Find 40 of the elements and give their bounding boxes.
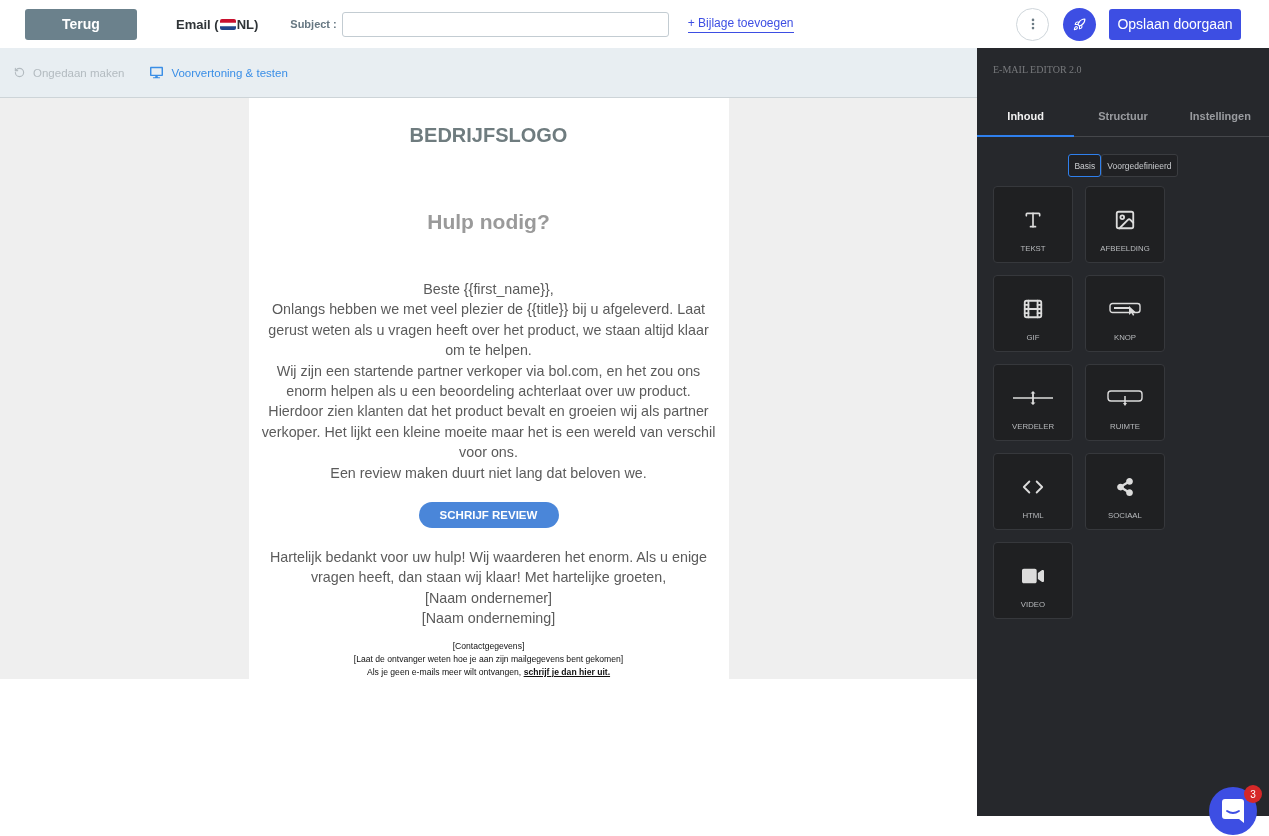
- footer-text: [Laat de ontvanger weten hoe je aan zijn mailgegevens bent gekomen]: [353, 652, 624, 666]
- back-button[interactable]: Terug: [25, 8, 137, 40]
- panel-tab[interactable]: Instellingen: [1171, 97, 1269, 137]
- share-icon: [1116, 478, 1134, 496]
- subject-label: Subject :: [290, 18, 337, 30]
- email-body-text: Wij zijn een startende partner verkoper via bol.com, en het zou ons enorm helpen als u een beoordeling achterlaat over uw product. Hierdoor zien klanten dat het product bevalt en groeien wij als partner verkoper. Het lijkt een kleine moeite maar het is een wereld van verschil voor ons.: [260, 361, 717, 463]
- divider-icon: [1013, 391, 1053, 405]
- editor-title: E-MAIL EDITOR 2.0: [992, 63, 1083, 77]
- spacer-icon: [1107, 390, 1143, 406]
- email-closing-text: Hartelijk bedankt voor uw hulp! Wij waarderen het enorm. Als u enige vragen heeft, dan staan wij klaar! Met hartelijke groeten,: [268, 548, 709, 588]
- email-body-text: Beste {{first_name}},: [422, 280, 555, 299]
- panel-tab[interactable]: Structuur: [1074, 97, 1172, 137]
- chat-icon: [1222, 799, 1244, 823]
- email-closing-text: [Naam onderneming]: [420, 609, 557, 629]
- block-set-toggle[interactable]: Basis: [1068, 154, 1102, 177]
- unsubscribe-link[interactable]: schrijf je dan hier uit.: [523, 666, 611, 677]
- subject-input[interactable]: [341, 11, 669, 37]
- undo-icon: [14, 67, 25, 78]
- company-logo-text: BEDRIJFSLOGO: [409, 123, 568, 148]
- send-button[interactable]: [1063, 7, 1096, 41]
- write-review-button[interactable]: SCHRIJF REVIEW: [418, 502, 559, 529]
- monitor-icon: [150, 66, 164, 79]
- email-body-text: Een review maken duurt niet lang dat beloven we.: [329, 463, 648, 483]
- button-cursor-icon: [1109, 302, 1141, 316]
- email-heading: Hulp nodig?: [427, 209, 550, 235]
- unsubscribe-text: Als je geen e-mails meer wilt ontvangen, schrijf je dan hier uit.: [366, 665, 611, 679]
- save-continue-button[interactable]: Opslaan doorgaan: [1109, 8, 1241, 40]
- panel-tab[interactable]: Inhoud: [977, 97, 1075, 137]
- rocket-icon: [1073, 17, 1086, 31]
- block-set-toggle[interactable]: Voorgedefinieerd: [1101, 154, 1178, 177]
- email-body-text: Onlangs hebben we met veel plezier de {{title}} bij u afgeleverd. Laat gerust weten als u vragen heeft over het product, we staan altijd klaar om te helpen.: [267, 300, 710, 361]
- footer-text: [Contactgegevens]: [452, 639, 525, 653]
- text-icon: [1023, 210, 1043, 230]
- film-icon: [1022, 298, 1044, 320]
- channel-label: Email (: [176, 16, 219, 32]
- email-closing-text: [Naam ondernemer]: [423, 588, 554, 608]
- image-icon: [1114, 209, 1136, 231]
- flag-icon: [219, 18, 236, 30]
- add-attachment-link[interactable]: + Bijlage toevoegen: [687, 15, 794, 33]
- channel-label: NL): [236, 16, 259, 32]
